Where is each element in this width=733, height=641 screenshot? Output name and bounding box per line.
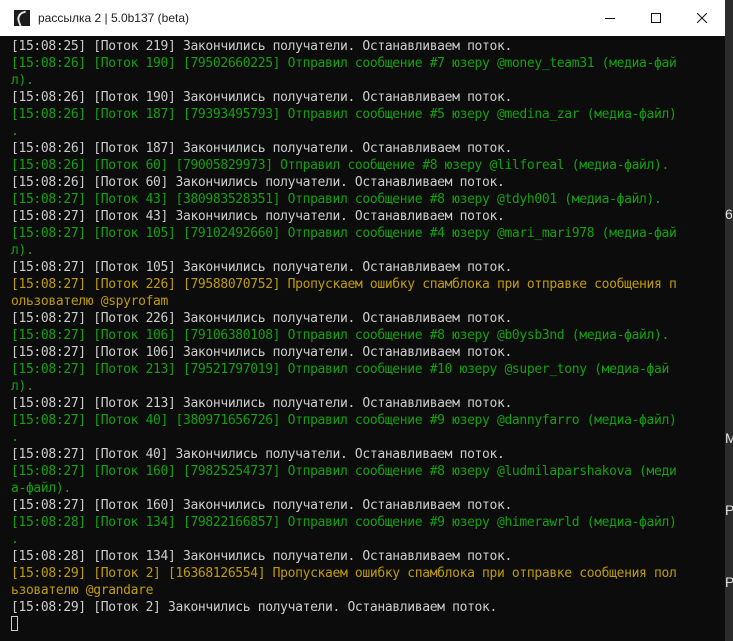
console-line: л). [11, 73, 34, 88]
title-bar[interactable]: рассылка 2 | 5.0b137 (beta) [0, 0, 725, 36]
minimize-icon [605, 18, 615, 19]
console-line: [15:08:29] [Поток 2] [16368126554] Пропу… [11, 566, 677, 581]
console-line: [15:08:29] [Поток 2] Закончились получат… [11, 600, 497, 615]
console-line: [15:08:27] [Поток 106] Закончились получ… [11, 345, 512, 360]
minimize-button[interactable] [587, 0, 633, 36]
console-line: [15:08:26] [Поток 60] [79005829973] Отпр… [11, 158, 669, 173]
console-line: [15:08:27] [Поток 105] Закончились получ… [11, 260, 512, 275]
background-glyph: Р [725, 574, 733, 590]
console-line: ьзователю @grandare [11, 583, 154, 598]
console-line: [15:08:27] [Поток 226] Закончились получ… [11, 311, 512, 326]
background-window-edge: 6 М Р Р [725, 0, 733, 641]
console-line: [15:08:26] [Поток 60] Закончились получа… [11, 175, 505, 190]
console-line: [15:08:27] [Поток 226] [79588070752] Про… [11, 277, 677, 292]
caption-buttons [587, 0, 725, 36]
console-line: [15:08:27] [Поток 106] [79106380108] Отп… [11, 328, 669, 343]
console-line: [15:08:27] [Поток 40] Закончились получа… [11, 447, 505, 462]
console-line: [15:08:27] [Поток 43] [380983528351] Отп… [11, 192, 662, 207]
console-line: [15:08:27] [Поток 40] [380971656726] Отп… [11, 413, 677, 428]
maximize-button[interactable] [633, 0, 679, 36]
console-line: . [11, 532, 19, 547]
background-glyph: М [725, 430, 733, 446]
background-glyph: Р [725, 502, 733, 518]
console-line: [15:08:27] [Поток 160] Закончились получ… [11, 498, 512, 513]
console-line: [15:08:25] [Поток 219] Закончились получ… [11, 39, 512, 54]
console-line: а-файл). [11, 481, 71, 496]
console-line: ользователю @spyrofam [11, 294, 169, 309]
console-line: [15:08:27] [Поток 43] Закончились получа… [11, 209, 505, 224]
console-line: [15:08:26] [Поток 190] [79502660225] Отп… [11, 56, 677, 71]
console-window: рассылка 2 | 5.0b137 (beta) [15:08:25] [… [0, 0, 725, 641]
console-line: [15:08:26] [Поток 187] [79393495793] Отп… [11, 107, 677, 122]
console-line: л). [11, 379, 34, 394]
console-line: [15:08:27] [Поток 213] [79521797019] Отп… [11, 362, 669, 377]
console-line: [15:08:27] [Поток 160] [79825254737] Отп… [11, 464, 677, 479]
close-button[interactable] [679, 0, 725, 36]
console-line: . [11, 430, 19, 445]
console-input-line[interactable] [11, 616, 725, 633]
console-line: . [11, 124, 19, 139]
text-cursor [11, 616, 18, 631]
close-icon [697, 13, 707, 23]
console-line: [15:08:27] [Поток 105] [79102492660] Отп… [11, 226, 677, 241]
maximize-icon [651, 13, 661, 23]
console-line: [15:08:26] [Поток 187] Закончились получ… [11, 141, 512, 156]
console-line: л). [11, 243, 34, 258]
console-line: [15:08:28] [Поток 134] Закончились получ… [11, 549, 512, 564]
background-glyph: 6 [725, 206, 733, 222]
app-icon [14, 10, 30, 26]
console-output[interactable]: [15:08:25] [Поток 219] Закончились получ… [0, 36, 725, 641]
console-line: [15:08:26] [Поток 190] Закончились получ… [11, 90, 512, 105]
console-line: [15:08:27] [Поток 213] Закончились получ… [11, 396, 512, 411]
console-line: [15:08:28] [Поток 134] [79822166857] Отп… [11, 515, 677, 530]
window-title: рассылка 2 | 5.0b137 (beta) [38, 11, 190, 25]
